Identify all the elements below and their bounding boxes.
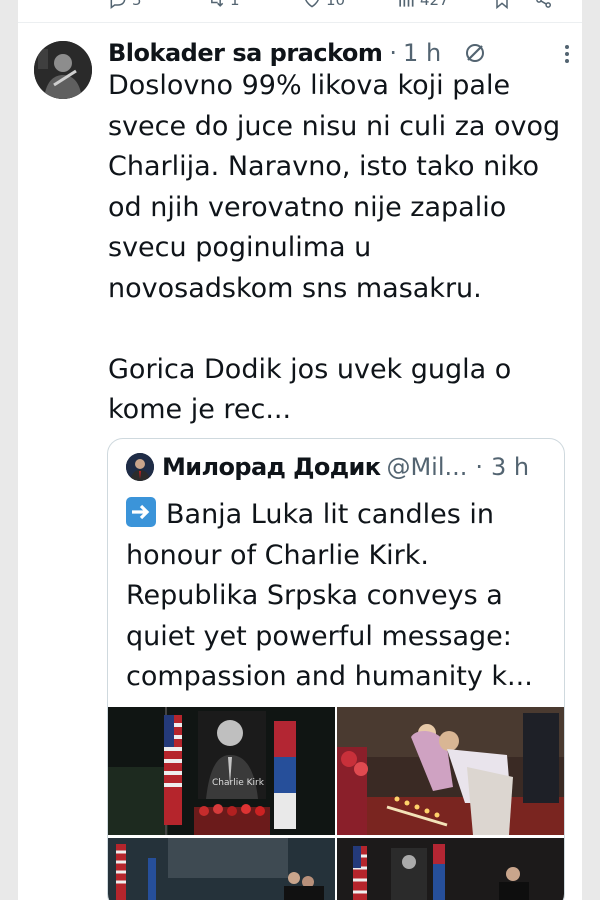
like-count: 10 [326, 0, 346, 9]
tweet-header: Blokader sa prackom · 1 h [108, 36, 568, 70]
repost-count: 1 [230, 0, 240, 9]
quoted-tweet-card[interactable]: Милорад Додик @Mil... · 3 h Banja Luka l… [107, 438, 565, 900]
quoted-tweet-text: Banja Luka lit candles in honour of Char… [126, 495, 556, 698]
tweet-line: Charlija. Naravno, isto tako niko [108, 151, 539, 182]
tweet-detail-page: 5 1 10 427 Blokader sa prackom · 1 h Dos… [18, 0, 582, 900]
tweet-line: od njih verovatno nije zapalio [108, 191, 507, 223]
quoted-line: quiet yet powerful message: [126, 620, 512, 652]
tweet-line: svecu poginulima u [108, 232, 372, 263]
quoted-tweet-header: Милорад Додик @Mil... · 3 h [126, 451, 529, 483]
tweet-text: Doslovno 99% likova koji pale svece do j… [108, 66, 578, 431]
reply-action[interactable]: 5 [108, 0, 142, 10]
reply-count: 5 [132, 0, 142, 9]
like-action[interactable]: 10 [302, 0, 345, 10]
quoted-author-name[interactable]: Милорад Додик [162, 453, 381, 481]
repost-icon [211, 0, 224, 7]
tweet-line: kome je rec... [108, 394, 292, 425]
quoted-line: Banja Luka lit candles in [166, 499, 494, 530]
quoted-author-avatar[interactable] [126, 453, 154, 481]
author-avatar[interactable] [34, 41, 92, 99]
quoted-tweet-time[interactable]: 3 h [491, 453, 529, 481]
quoted-line: Republika Srpska conveys a [126, 580, 503, 611]
time-separator: · [389, 39, 398, 67]
right-arrow-emoji-icon [126, 497, 156, 527]
previous-tweet-action-bar: 5 1 10 427 [18, 0, 582, 23]
views-count: 427 [420, 0, 449, 9]
heart-icon [305, 0, 319, 8]
grok-icon[interactable] [463, 41, 487, 65]
quoted-author-handle[interactable]: @Mil... [386, 453, 467, 481]
media-photo-candles[interactable] [337, 707, 564, 835]
more-options-icon[interactable] [564, 44, 570, 64]
avatar-photo [34, 41, 92, 99]
tweet-time[interactable]: 1 h [403, 39, 441, 67]
quoted-avatar-photo [126, 453, 154, 481]
tweet-line: Gorica Dodik jos uvek gugla o [108, 353, 512, 385]
tweet-line: svece do juce nisu ni culi za ovog [108, 110, 561, 142]
media-photo-memorial[interactable]: Charlie Kirk [108, 707, 335, 835]
media-photo-officials[interactable] [337, 838, 564, 900]
tweet-line: novosadskom sns masakru. [108, 272, 482, 304]
share-icon [536, 0, 551, 8]
share-action[interactable] [534, 0, 554, 10]
quoted-media-grid: Charlie Kirk [108, 707, 564, 900]
views-icon [399, 0, 414, 7]
reply-icon [110, 0, 126, 9]
bookmark-action[interactable] [492, 0, 512, 10]
quoted-line: compassion and humanity k... [126, 661, 533, 692]
repost-action[interactable]: 1 [206, 0, 240, 10]
tweet-line: Doslovno 99% likova koji pale [108, 70, 511, 101]
media-photo-crowd[interactable] [108, 838, 335, 900]
author-name[interactable]: Blokader sa prackom [108, 39, 383, 67]
quoted-time-separator: · [475, 453, 484, 481]
bookmark-icon [496, 0, 508, 10]
memorial-caption: Charlie Kirk [212, 778, 265, 788]
views-action[interactable]: 427 [396, 0, 449, 10]
quoted-line: honour of Charlie Kirk. [126, 539, 429, 571]
